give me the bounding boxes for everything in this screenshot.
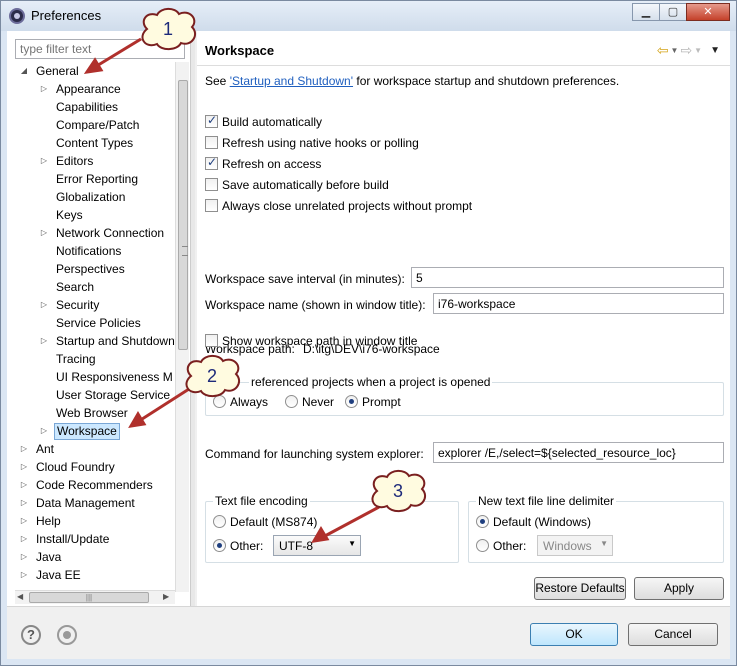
callout-2: 2 <box>181 354 243 398</box>
annotation-arrows <box>83 37 380 543</box>
callout-1: 1 <box>137 7 199 51</box>
preferences-window: Preferences ▁ ▢ ✕ ◢General▷AppearanceCap… <box>0 0 737 666</box>
callout-2-number: 2 <box>206 366 217 386</box>
callout-1-number: 1 <box>162 19 173 39</box>
callout-3: 3 <box>367 469 429 513</box>
callout-3-number: 3 <box>392 481 403 501</box>
